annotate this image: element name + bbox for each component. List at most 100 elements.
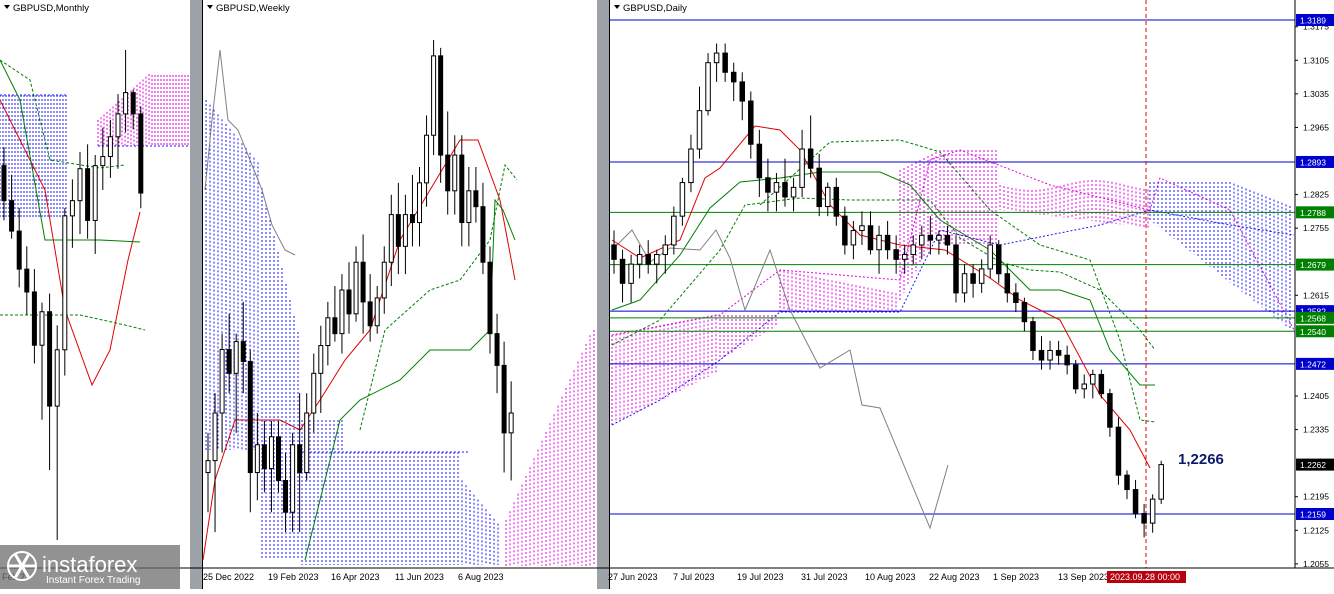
level-label: 1.2679 (1300, 260, 1326, 270)
price-tick-label: 1.3105 (1303, 55, 1329, 65)
weekly-candle (261, 444, 267, 470)
daily-candle (961, 273, 968, 294)
daily-candle (1030, 321, 1036, 351)
weekly-candle (276, 436, 281, 481)
daily-candle (1115, 426, 1122, 476)
daily-candle (1064, 354, 1070, 366)
price-tick-label: 1.2755 (1303, 223, 1329, 233)
weekly-candle (247, 360, 253, 474)
monthly-candle (47, 311, 53, 407)
level-label: 1.2472 (1300, 359, 1326, 369)
weekly-candle (501, 364, 507, 434)
weekly-candle (431, 55, 437, 136)
weekly-candle (233, 341, 239, 374)
weekly-candle (283, 479, 289, 513)
weekly-date-label: 11 Jun 2023 (395, 572, 444, 582)
price-tick-label: 1.2195 (1303, 492, 1329, 502)
daily-candle (790, 186, 797, 198)
daily-candle (662, 244, 669, 256)
daily-candle (884, 234, 891, 251)
weekly-candle (508, 412, 514, 434)
daily-candle (688, 148, 694, 184)
daily-candle (773, 182, 780, 193)
level-label: 1.2788 (1300, 208, 1326, 218)
weekly-candle (205, 460, 211, 474)
daily-candle (739, 81, 745, 102)
weekly-candle (374, 297, 380, 327)
monthly-candle (85, 168, 91, 221)
level-label: 1.2159 (1300, 510, 1326, 520)
daily-candle (859, 225, 865, 232)
weekly-candle (318, 345, 324, 374)
monthly-candle (69, 200, 75, 217)
daily-candle (636, 254, 643, 265)
weekly-candle (417, 182, 422, 224)
daily-candle (654, 254, 660, 265)
monthly-candle (130, 92, 136, 115)
weekly-candle (339, 289, 345, 335)
weekly-title: GBPUSD,Weekly (207, 3, 290, 14)
monthly-candle (100, 156, 106, 167)
daily-candle (671, 215, 677, 246)
daily-candle (799, 148, 805, 188)
svg-text:GBPUSD,Weekly: GBPUSD,Weekly (216, 3, 290, 14)
weekly-candle (445, 154, 451, 192)
daily-candle (1132, 489, 1139, 515)
monthly-candle (9, 200, 15, 232)
daily-candle (1141, 513, 1147, 524)
daily-date-label: 27 Jun 2023 (608, 572, 658, 582)
weekly-candle (346, 289, 352, 315)
svg-text:GBPUSD,Monthly: GBPUSD,Monthly (13, 3, 89, 14)
monthly-candle (62, 215, 68, 351)
price-tick-label: 1.3035 (1303, 89, 1329, 99)
weekly-candle (304, 412, 310, 474)
monthly-candle (77, 168, 83, 202)
monthly-candle (92, 165, 98, 221)
daily-candle (679, 182, 686, 217)
level-label: 1.2540 (1300, 327, 1326, 337)
monthly-candle (16, 230, 22, 270)
daily-candle (901, 254, 908, 260)
level-label: 1.3189 (1300, 16, 1326, 26)
weekly-candle (395, 214, 401, 247)
daily-candle (782, 182, 788, 198)
weekly-candle (332, 317, 338, 335)
weekly-date-label: 6 Aug 2023 (458, 572, 504, 582)
daily-candle (1081, 383, 1087, 390)
price-tick-label: 1.2125 (1303, 525, 1329, 535)
weekly-candle (459, 154, 465, 224)
weekly-candle (438, 55, 444, 156)
level-label: 1.2893 (1300, 157, 1326, 167)
daily-candle (944, 234, 951, 246)
daily-candle (850, 230, 857, 246)
daily-candle (1038, 349, 1045, 361)
panel-separator (190, 0, 202, 589)
daily-candle (1158, 464, 1164, 500)
weekly-candle (402, 214, 408, 247)
weekly-candle (409, 214, 415, 224)
weekly-candle (254, 444, 260, 474)
monthly-title: GBPUSD,Monthly (4, 3, 89, 14)
daily-candle (696, 110, 703, 150)
monthly-candle (54, 349, 60, 407)
watermark-brand: instaforex (42, 552, 137, 577)
weekly-date-label: 25 Dec 2022 (203, 572, 254, 582)
multi-timeframe-chart: Feb 2 25 Dec 202219 Feb 202316 Apr 20231… (0, 0, 1334, 589)
weekly-candle (290, 444, 296, 513)
daily-candle (978, 268, 985, 284)
monthly-candle (24, 268, 30, 293)
weekly-candle (212, 412, 218, 462)
daily-candle (730, 71, 737, 83)
daily-candle (825, 186, 831, 208)
monthly-candle (123, 92, 129, 115)
daily-candle (953, 244, 959, 294)
weekly-candle (311, 372, 317, 414)
daily-candle (816, 167, 822, 208)
price-tick-label: 1.2825 (1303, 190, 1329, 200)
weekly-candle (381, 261, 387, 299)
daily-date-label: 19 Jul 2023 (737, 572, 784, 582)
weekly-candle (353, 261, 359, 315)
weekly-candle (388, 214, 394, 263)
monthly-candle (1, 165, 7, 202)
chart-canvas: Feb 2 25 Dec 202219 Feb 202316 Apr 20231… (0, 0, 1334, 589)
